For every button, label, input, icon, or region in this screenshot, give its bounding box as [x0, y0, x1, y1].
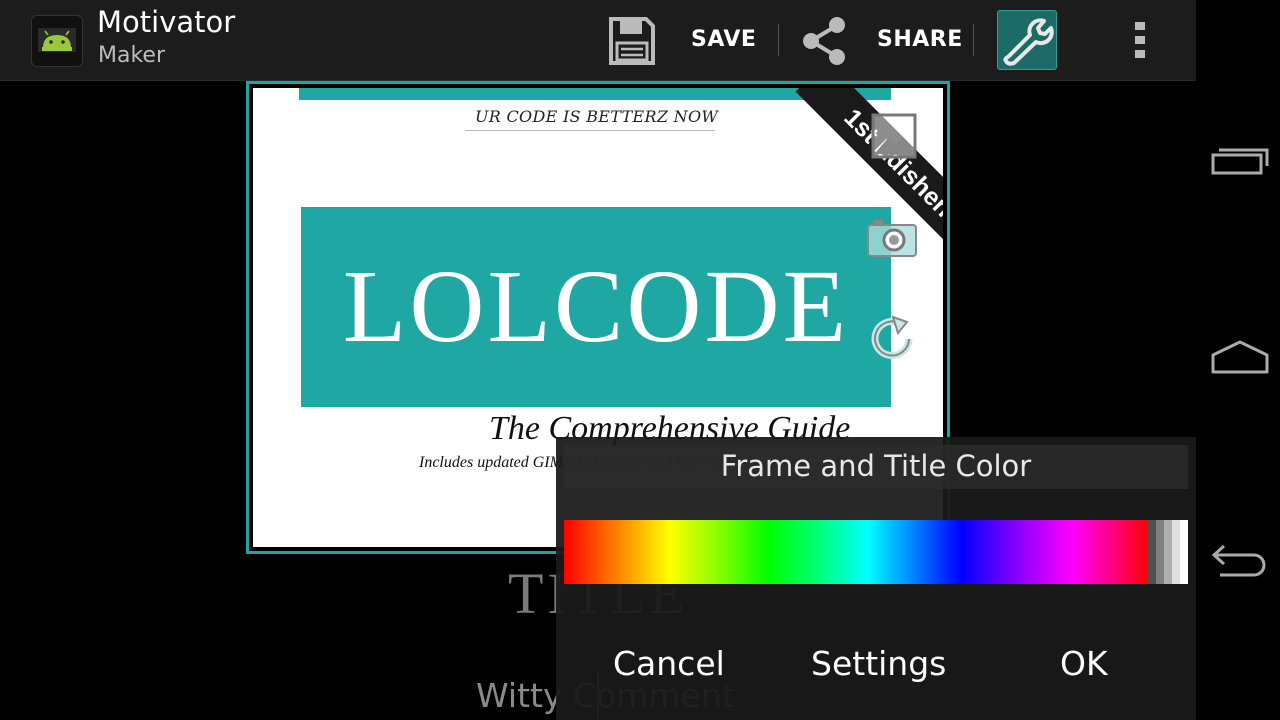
- app-icon[interactable]: [31, 15, 83, 67]
- home-icon[interactable]: [1210, 338, 1270, 376]
- dialog-header: Frame and Title Color: [564, 445, 1188, 489]
- back-icon[interactable]: [1210, 540, 1270, 578]
- cover-name: LOLCODE: [342, 249, 850, 364]
- gallery-icon[interactable]: [870, 112, 918, 160]
- gray-swatch[interactable]: [1148, 520, 1156, 584]
- color-dialog: Frame and Title Color Cancel Settings OK: [556, 437, 1196, 720]
- share-label: SHARE: [877, 27, 963, 52]
- dialog-title: Frame and Title Color: [720, 449, 1032, 483]
- white-swatch[interactable]: [1180, 520, 1188, 584]
- share-icon: [803, 17, 845, 65]
- cover-rule: [465, 130, 715, 131]
- floppy-disk-icon: [609, 17, 655, 65]
- wrench-icon: [1003, 18, 1054, 66]
- dialog-button-row: Cancel Settings OK: [556, 634, 1196, 700]
- save-button[interactable]: SAVE: [604, 0, 774, 80]
- actionbar-divider: [778, 24, 779, 56]
- actionbar-divider: [973, 24, 974, 56]
- color-spectrum-picker[interactable]: [564, 520, 1188, 584]
- cover-tagline: UR CODE IS BETTERZ NOW: [475, 107, 719, 126]
- gray-swatch[interactable]: [1164, 520, 1172, 584]
- settings-button[interactable]: Settings: [811, 644, 946, 683]
- tools-button[interactable]: [997, 10, 1057, 70]
- share-button[interactable]: SHARE: [796, 0, 966, 80]
- camera-icon[interactable]: [866, 216, 918, 258]
- hue-strip[interactable]: [564, 520, 1148, 584]
- app-subtitle: Maker: [98, 43, 165, 68]
- save-label: SAVE: [691, 27, 757, 52]
- cover-title-block: LOLCODE: [301, 207, 891, 407]
- gray-swatch[interactable]: [1172, 520, 1180, 584]
- navigation-bar: [1196, 0, 1280, 720]
- action-bar: Motivator Maker SAVE SHARE: [0, 0, 1196, 81]
- recent-apps-icon[interactable]: [1210, 142, 1270, 176]
- rotate-icon[interactable]: [867, 314, 917, 364]
- ok-button[interactable]: OK: [1060, 644, 1108, 683]
- app-title: Motivator: [97, 5, 236, 39]
- android-icon: [38, 28, 76, 52]
- overflow-menu-icon[interactable]: [1133, 22, 1147, 62]
- gray-swatch[interactable]: [1156, 520, 1164, 584]
- cancel-button[interactable]: Cancel: [613, 644, 725, 683]
